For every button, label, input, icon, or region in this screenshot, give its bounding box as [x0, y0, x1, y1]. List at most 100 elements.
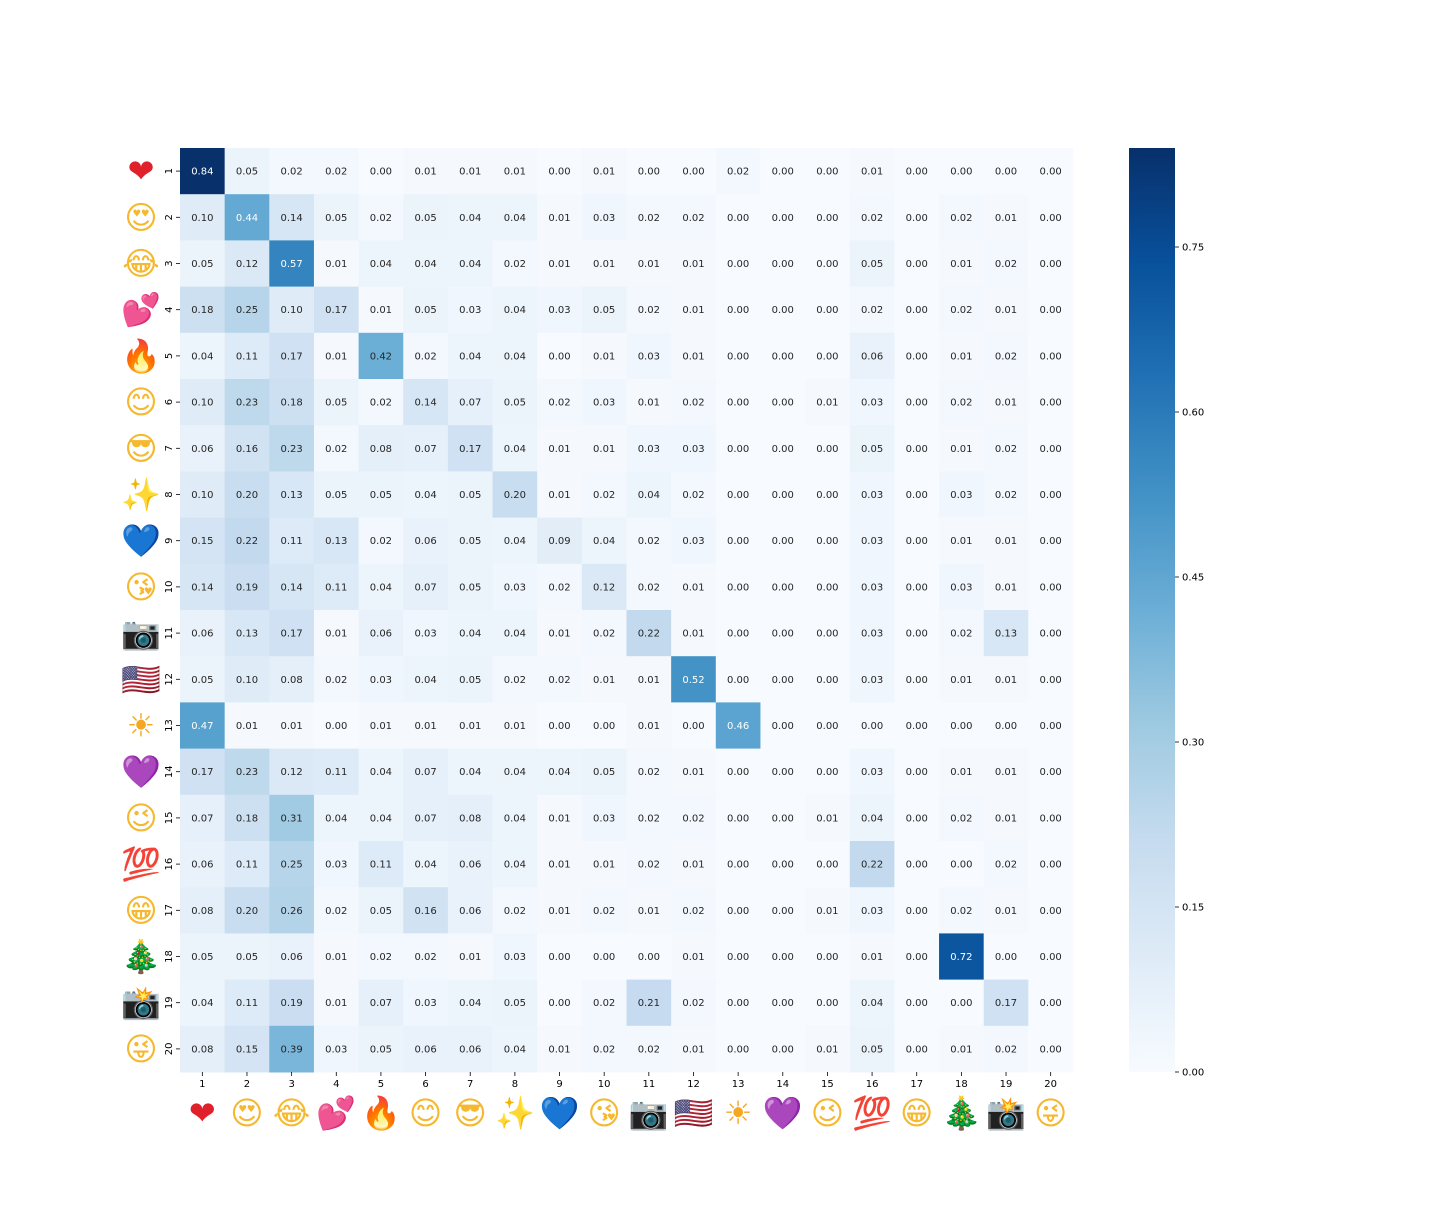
cell-value-r17-c14: 0.00 — [772, 906, 794, 917]
cell-value-r2-c18: 0.02 — [950, 213, 972, 224]
cell-value-r1-c10: 0.01 — [593, 167, 615, 178]
cell-value-r5-c20: 0.00 — [1040, 351, 1062, 362]
cell-value-r2-c3: 0.14 — [280, 213, 302, 224]
cell-value-r10-c1: 0.14 — [191, 582, 213, 593]
cell-value-r13-c16: 0.00 — [861, 721, 883, 732]
cell-value-r18-c18: 0.72 — [950, 952, 972, 963]
cell-value-r3-c5: 0.04 — [370, 259, 392, 270]
cell-value-r3-c1: 0.05 — [191, 259, 213, 270]
cell-value-r12-c2: 0.10 — [236, 675, 258, 686]
cell-value-r3-c18: 0.01 — [950, 259, 972, 270]
cell-value-r17-c18: 0.02 — [950, 906, 972, 917]
cell-value-r9-c19: 0.01 — [995, 536, 1017, 547]
cell-value-r17-c8: 0.02 — [504, 906, 526, 917]
cell-value-r15-c14: 0.00 — [772, 813, 794, 824]
cell-value-r11-c15: 0.00 — [816, 629, 838, 640]
cell-value-r4-c9: 0.03 — [548, 305, 570, 316]
cell-value-r8-c4: 0.05 — [325, 490, 347, 501]
cell-value-r17-c3: 0.26 — [280, 906, 302, 917]
cell-value-r5-c15: 0.00 — [816, 351, 838, 362]
cell-value-r16-c5: 0.11 — [370, 860, 392, 871]
cell-value-r19-c2: 0.11 — [236, 998, 258, 1009]
cell-value-r1-c6: 0.01 — [414, 167, 436, 178]
cell-value-r12-c4: 0.02 — [325, 675, 347, 686]
cell-value-r4-c15: 0.00 — [816, 305, 838, 316]
cell-value-r14-c17: 0.00 — [906, 767, 928, 778]
cell-value-r13-c13: 0.46 — [727, 721, 749, 732]
cell-value-r3-c19: 0.02 — [995, 259, 1017, 270]
cell-value-r20-c15: 0.01 — [816, 1044, 838, 1055]
cell-value-r17-c9: 0.01 — [548, 906, 570, 917]
cell-value-r20-c2: 0.15 — [236, 1044, 258, 1055]
x-two-hearts-icon: 💕 — [316, 1094, 356, 1132]
cell-value-r14-c19: 0.01 — [995, 767, 1017, 778]
cell-value-r16-c14: 0.00 — [772, 860, 794, 871]
cell-value-r14-c20: 0.00 — [1040, 767, 1062, 778]
cell-value-r11-c12: 0.01 — [682, 629, 704, 640]
cell-value-r8-c10: 0.02 — [593, 490, 615, 501]
cell-value-r12-c3: 0.08 — [280, 675, 302, 686]
y-tick-label-12: 12 — [164, 673, 175, 686]
x-tick-label-12: 12 — [687, 1079, 700, 1090]
cell-value-r19-c5: 0.07 — [370, 998, 392, 1009]
cell-value-r18-c5: 0.02 — [370, 952, 392, 963]
cell-value-r13-c11: 0.01 — [638, 721, 660, 732]
y-tick-label-20: 20 — [164, 1043, 175, 1056]
cell-value-r13-c2: 0.01 — [236, 721, 258, 732]
cell-value-r3-c16: 0.05 — [861, 259, 883, 270]
cell-value-r1-c3: 0.02 — [280, 167, 302, 178]
y-tick-label-5: 5 — [164, 353, 175, 359]
cell-value-r7-c19: 0.02 — [995, 444, 1017, 455]
cell-value-r19-c13: 0.00 — [727, 998, 749, 1009]
y-tick-label-19: 19 — [164, 996, 175, 1009]
colorbar: 0.00 0.15 0.30 0.45 0.60 0.75 — [1129, 148, 1204, 1079]
y-fire-icon: 🔥 — [121, 337, 161, 375]
x-sun-icon: ☀ — [724, 1094, 753, 1132]
y-smiling-face-icon: 😊 — [124, 383, 157, 421]
cell-value-r3-c12: 0.01 — [682, 259, 704, 270]
colorbar-tick-label-6: 0.75 — [1182, 243, 1204, 254]
cell-value-r10-c13: 0.00 — [727, 582, 749, 593]
cell-value-r9-c6: 0.06 — [414, 536, 436, 547]
cell-value-r17-c20: 0.00 — [1040, 906, 1062, 917]
cell-value-r8-c16: 0.03 — [861, 490, 883, 501]
cell-value-r15-c2: 0.18 — [236, 813, 258, 824]
cell-value-r20-c1: 0.08 — [191, 1044, 213, 1055]
cell-value-r3-c20: 0.00 — [1040, 259, 1062, 270]
cell-value-r12-c1: 0.05 — [191, 675, 213, 686]
cell-value-r16-c8: 0.04 — [504, 860, 526, 871]
cell-value-r16-c3: 0.25 — [280, 860, 302, 871]
cell-value-r11-c17: 0.00 — [906, 629, 928, 640]
cell-value-r2-c1: 0.10 — [191, 213, 213, 224]
cell-value-r5-c7: 0.04 — [459, 351, 481, 362]
cell-value-r18-c12: 0.01 — [682, 952, 704, 963]
cell-value-r5-c3: 0.17 — [280, 351, 302, 362]
x-winking-tongue-face-icon: 😜 — [1034, 1094, 1067, 1132]
cell-value-r9-c5: 0.02 — [370, 536, 392, 547]
cell-value-r17-c12: 0.02 — [682, 906, 704, 917]
cell-value-r7-c2: 0.16 — [236, 444, 258, 455]
cell-value-r2-c6: 0.05 — [414, 213, 436, 224]
x-tick-label-6: 6 — [422, 1079, 428, 1090]
cell-value-r20-c7: 0.06 — [459, 1044, 481, 1055]
cell-value-r17-c19: 0.01 — [995, 906, 1017, 917]
cell-value-r13-c8: 0.01 — [504, 721, 526, 732]
y-tick-label-3: 3 — [164, 260, 175, 266]
cell-value-r2-c14: 0.00 — [772, 213, 794, 224]
cell-value-r15-c17: 0.00 — [906, 813, 928, 824]
cell-value-r15-c16: 0.04 — [861, 813, 883, 824]
cell-value-r18-c20: 0.00 — [1040, 952, 1062, 963]
cell-value-r13-c20: 0.00 — [1040, 721, 1062, 732]
cell-value-r8-c1: 0.10 — [191, 490, 213, 501]
cell-value-r5-c10: 0.01 — [593, 351, 615, 362]
cell-value-r14-c12: 0.01 — [682, 767, 704, 778]
cell-value-r6-c8: 0.05 — [504, 398, 526, 409]
cell-value-r4-c10: 0.05 — [593, 305, 615, 316]
cell-value-r3-c10: 0.01 — [593, 259, 615, 270]
cell-value-r4-c1: 0.18 — [191, 305, 213, 316]
y-tick-label-6: 6 — [164, 399, 175, 405]
colorbar-tick-label-4: 0.45 — [1182, 573, 1204, 584]
cell-value-r7-c14: 0.00 — [772, 444, 794, 455]
colorbar-tick-label-5: 0.60 — [1182, 408, 1204, 419]
cell-value-r6-c3: 0.18 — [280, 398, 302, 409]
